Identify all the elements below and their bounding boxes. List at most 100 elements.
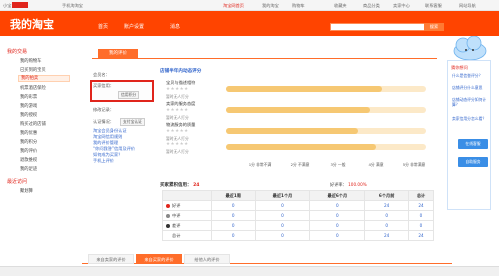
table-header: 最近1周 [210,190,256,201]
row-label: 差评 [172,222,181,228]
sidebar-item-auction[interactable]: 我的拍卖 [18,75,70,82]
help-title: 猜你想问 [451,65,468,70]
link-mobile-review[interactable]: 手机上评价 [93,158,114,164]
scale-4: 4分 满意 [368,162,384,167]
taobao-home-link[interactable]: 淘宝网首页 [223,3,244,9]
table-cell[interactable]: 0 [309,200,366,211]
products-link[interactable]: 商品分类 [363,3,380,9]
sidebar-section-recent: 最近访问 [7,179,28,185]
table-cell[interactable]: 0 [309,230,366,241]
sidebar-item-refunds[interactable]: 退款维权 [20,157,37,163]
table-cell[interactable]: 0 [254,200,311,211]
row-label: 好评 [172,202,181,208]
nav-messages[interactable]: 消息 [170,23,180,30]
help-question[interactable]: 店铺评分什么意思 [452,85,490,90]
table-cell[interactable]: 0 [364,210,410,221]
sidebar-item-juhuasuan[interactable]: 聚划算 [20,188,33,194]
sitemap-link[interactable]: 网站导航 [459,3,476,9]
table-cell[interactable]: 0 [210,220,256,231]
search-input[interactable] [330,23,425,31]
table-cell[interactable]: 24 [408,230,434,241]
self-service-button[interactable]: 自助服务 [458,157,488,167]
sidebar-item-coupons[interactable]: 我的优惠 [20,130,37,136]
rating-bar [226,128,426,134]
rating-row-service: 卖家的服务态度 ★★★★★ 暂时无人打分 [166,101,436,123]
verify-badge[interactable]: 支付宝认证 [120,118,145,126]
sidebar-item-cart[interactable]: 我的购物车 [20,58,41,64]
site-topbar: 小宝 手机淘淘宝 淘宝网首页 我的淘宝 购物车 收藏夹 商品分类 卖家中心 联系… [0,0,499,11]
table-cell[interactable]: 0 [408,220,434,231]
table-cell[interactable]: 0 [309,220,366,231]
table-row: 中评 0 0 0 0 0 [162,210,434,221]
tab-to-others[interactable]: 给他人的评价 [184,254,230,264]
tab-underline [92,58,437,59]
table-cell[interactable]: 0 [254,210,311,221]
row-label-total: 总计 [162,230,212,241]
positive-rate-value: 100.00% [348,182,367,187]
rating-bar-fill [226,86,382,92]
sidebar-item-travel[interactable]: 机票酒店保险 [20,85,46,91]
scale-1: 1分 非常不满 [248,162,272,167]
table-header: 最近1个月 [254,190,311,201]
nav-account-settings[interactable]: 账户设置 [124,23,144,30]
seller-center-link[interactable]: 卖家中心 [393,3,410,9]
rating-bar-fill [226,144,376,150]
rating-sub: 暂时无人打分 [166,94,189,99]
credit-title: 买家累积信用： 24 [160,182,199,188]
mobile-link[interactable]: 手机淘淘宝 [62,3,83,9]
sidebar-item-footprints[interactable]: 我的足迹 [20,166,37,172]
table-header: 最近6个月 [309,190,366,201]
rating-bar [226,86,426,92]
table-cell[interactable]: 24 [364,230,410,241]
cart-link[interactable]: 购物车 [292,3,305,9]
rating-stars: ★★★★★ [166,108,189,113]
tab-from-buyers[interactable]: 来自买家的评价 [136,254,182,264]
greeting-text: 小宝 [3,3,12,8]
rating-stars: ★★★★★ [166,87,189,92]
table-cell[interactable]: 24 [408,200,434,211]
neutral-icon [166,213,170,218]
sidebar-item-lottery[interactable]: 我的彩票 [20,94,37,100]
help-panel: 猜你想问 什么是信誉评分？ 店铺评分什么意思 店铺动态评分如何计算？ 卖家信用分… [447,60,491,210]
help-question[interactable]: 卖家信用分怎么看？ [452,116,490,121]
member-name-label: 会员名： [93,72,110,77]
cloud-mascot-icon[interactable] [452,36,488,62]
credit-badge[interactable]: 信用积分 [118,91,140,99]
rating-bar-fill [226,107,370,113]
my-taobao-logo[interactable]: 我的淘宝 [10,16,54,32]
table-cell[interactable]: 0 [364,220,410,231]
credit-label: 买家信用： [93,83,114,88]
rating-title: 店铺半年内动态评分 [160,69,202,74]
my-taobao-link[interactable]: 我的淘宝 [262,3,279,9]
help-question[interactable]: 什么是信誉评分？ [452,73,490,78]
sidebar-item-auth[interactable]: 我的授权 [20,112,37,118]
search-button[interactable]: 搜索 [424,23,444,31]
table-cell[interactable]: 0 [210,200,256,211]
table-cell[interactable]: 0 [254,230,311,241]
review-stats-table: 最近1周 最近1个月 最近6个月 6个月前 总计 好评 0 0 0 24 24 … [162,190,434,241]
table-cell[interactable]: 0 [254,220,311,231]
table-cell[interactable]: 0 [210,230,256,241]
contact-link[interactable]: 联系客服 [425,3,442,9]
sidebar-item-games[interactable]: 我的游戏 [20,103,37,109]
table-cell[interactable]: 24 [364,200,410,211]
online-service-button[interactable]: 在线客服 [458,139,488,149]
row-label: 中评 [172,212,181,218]
rating-bar [226,144,426,150]
positive-rate-label: 好评率： [330,182,347,187]
table-cell[interactable]: 0 [408,210,434,221]
sidebar-item-bought[interactable]: 已买到的宝贝 [20,67,46,73]
sidebar-item-shops[interactable]: 购买过的店铺 [20,121,46,127]
tab-from-sellers[interactable]: 来自卖家的评价 [88,254,134,264]
rating-bar [226,107,426,113]
sidebar-item-points[interactable]: 我的积分 [20,139,37,145]
tab-my-reviews[interactable]: 我的评价 [98,49,138,58]
credit-title-label: 买家累积信用： [160,183,192,188]
table-cell[interactable]: 0 [210,210,256,221]
table-cell[interactable]: 0 [309,210,366,221]
nav-home[interactable]: 首页 [98,23,108,30]
help-question[interactable]: 店铺动态评分如何计算？ [452,97,490,107]
favorites-link[interactable]: 收藏夹 [334,3,347,9]
sidebar-item-reviews[interactable]: 我的评价 [20,148,37,154]
positive-icon [166,203,170,208]
